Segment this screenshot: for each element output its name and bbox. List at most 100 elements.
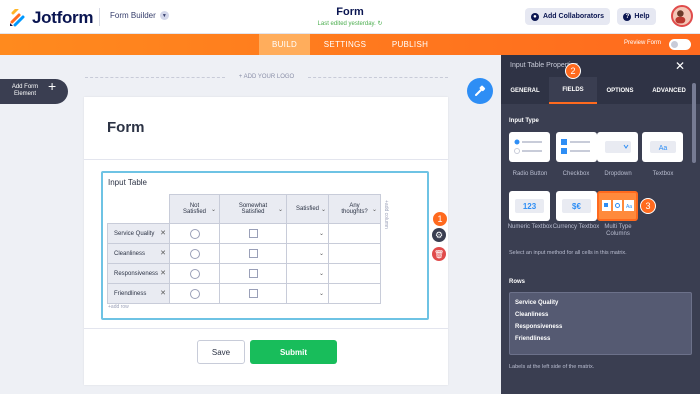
- input-table-label[interactable]: Input Table: [108, 178, 147, 187]
- panel-tabs: GENERAL FIELDS OPTIONS ADVANCED: [501, 77, 700, 104]
- trash-icon[interactable]: 🗑: [432, 247, 446, 261]
- radio-input[interactable]: [189, 268, 200, 279]
- avatar-icon: [675, 10, 686, 24]
- buttons-divider: [84, 328, 448, 329]
- rows-textarea[interactable]: Service Quality Cleanliness Responsivene…: [509, 292, 692, 355]
- rows-line: Responsiveness: [515, 324, 563, 330]
- tab-publish[interactable]: PUBLISH: [380, 34, 440, 55]
- dropdown-icon: [605, 141, 631, 153]
- column-header[interactable]: Satisfied ⌄: [286, 194, 329, 224]
- column-header[interactable]: Somewhat Satisfied ⌄: [219, 194, 287, 224]
- chevron-down-icon: ⌄: [318, 291, 324, 297]
- submit-button[interactable]: Submit: [250, 340, 337, 364]
- table-row: Responsiveness ✕ ⌄: [107, 263, 381, 284]
- checkbox-input[interactable]: [248, 249, 258, 258]
- numeric-icon: 123: [515, 199, 544, 213]
- rows-heading: Rows: [509, 279, 526, 285]
- table-row: Friendliness ✕ ⌄: [107, 283, 381, 304]
- input-type-multi-type-columns[interactable]: Aa: [597, 191, 638, 221]
- input-type-dropdown[interactable]: [597, 132, 638, 162]
- textbox-icon: Aa: [650, 141, 676, 153]
- input-type-textbox[interactable]: Aa: [642, 132, 683, 162]
- jotform-logo[interactable]: Jotform: [9, 8, 93, 28]
- form-builder-menu[interactable]: Form Builder ▼: [110, 11, 169, 20]
- checkbox-input[interactable]: [248, 229, 258, 238]
- checkbox-input[interactable]: [248, 289, 258, 298]
- chevron-down-icon: ⌄: [277, 207, 283, 213]
- tab-general[interactable]: GENERAL: [501, 77, 549, 104]
- table-row: Cleanliness ✕ ⌄: [107, 243, 381, 264]
- dropdown-input[interactable]: ⌄: [286, 283, 329, 304]
- text-input[interactable]: [328, 243, 381, 264]
- rows-line: Service Quality: [515, 300, 559, 306]
- dropdown-input[interactable]: ⌄: [286, 263, 329, 284]
- panel-header: Input Table Properties ✕: [501, 55, 700, 77]
- column-header[interactable]: Any thoughts? ⌄: [328, 194, 381, 224]
- text-input[interactable]: [328, 283, 381, 304]
- tab-settings[interactable]: SETTINGS: [313, 34, 377, 55]
- option-label: Multi Type Columns: [604, 224, 632, 237]
- row-label[interactable]: Responsiveness ✕: [107, 263, 170, 284]
- column-label: Satisfied: [295, 206, 319, 212]
- chevron-down-icon: ⌄: [318, 251, 324, 257]
- add-form-element-label: Add Form Element: [11, 84, 39, 97]
- chevron-down-icon: ⌄: [210, 207, 216, 213]
- input-type-numeric-textbox[interactable]: 123: [509, 191, 550, 221]
- panel-scrollbar[interactable]: [692, 83, 696, 163]
- radio-button-icon: [514, 139, 542, 154]
- form-heading[interactable]: Form: [107, 119, 145, 136]
- step-badge-2: 2: [565, 63, 581, 79]
- close-icon[interactable]: ✕: [675, 59, 685, 73]
- chevron-down-icon: ⌄: [318, 231, 324, 237]
- radio-input[interactable]: [189, 228, 200, 239]
- close-icon[interactable]: ✕: [160, 289, 166, 297]
- save-button[interactable]: Save: [197, 340, 245, 364]
- row-label[interactable]: Friendliness ✕: [107, 283, 170, 304]
- tab-advanced[interactable]: ADVANCED: [643, 77, 695, 104]
- column-label: Somewhat Satisfied: [238, 203, 268, 215]
- logo-text: Jotform: [32, 8, 94, 27]
- checkbox-input[interactable]: [248, 269, 258, 278]
- close-icon[interactable]: ✕: [160, 249, 166, 257]
- refresh-icon: ↻: [377, 21, 383, 27]
- input-type-checkbox[interactable]: [556, 132, 597, 162]
- option-label: Numeric Textbox: [507, 224, 553, 230]
- preview-form-toggle[interactable]: [669, 39, 691, 50]
- step-badge-1: 1: [432, 211, 448, 227]
- gear-icon[interactable]: ⚙: [432, 228, 446, 242]
- input-type-heading: Input Type: [509, 118, 539, 124]
- help-button[interactable]: ? Help: [617, 8, 656, 25]
- column-label: Any thoughts?: [341, 203, 368, 215]
- row-label[interactable]: Cleanliness ✕: [107, 243, 170, 264]
- dropdown-input[interactable]: ⌄: [286, 223, 329, 244]
- form-designer-icon[interactable]: [467, 78, 493, 104]
- add-column-link[interactable]: +add column: [383, 200, 389, 229]
- row-label[interactable]: Service Quality ✕: [107, 223, 170, 244]
- radio-input[interactable]: [189, 288, 200, 299]
- tab-fields[interactable]: FIELDS: [549, 77, 597, 104]
- column-label: Not Satisfied: [182, 203, 206, 215]
- rows-line: Cleanliness: [515, 312, 549, 318]
- avatar[interactable]: [671, 5, 693, 27]
- add-collaborators-button[interactable]: ● Add Collaborators: [525, 8, 610, 25]
- radio-input[interactable]: [189, 248, 200, 259]
- close-icon[interactable]: ✕: [160, 269, 166, 277]
- preview-form-label: Preview Form: [624, 40, 662, 46]
- tab-options[interactable]: OPTIONS: [597, 77, 643, 104]
- tab-build[interactable]: BUILD: [259, 34, 310, 55]
- add-logo-area[interactable]: + ADD YOUR LOGO: [85, 72, 448, 82]
- text-input[interactable]: [328, 223, 381, 244]
- input-table-matrix: Not Satisfied ⌄ Somewhat Satisfied ⌄ Satis…: [107, 194, 381, 304]
- input-type-currency-textbox[interactable]: $€: [556, 191, 597, 221]
- step-badge-3: 3: [640, 198, 656, 214]
- add-row-link[interactable]: +add row: [108, 304, 129, 310]
- input-type-radio-button[interactable]: [509, 132, 550, 162]
- builder-nav: BUILD SETTINGS PUBLISH Preview Form: [0, 34, 700, 55]
- add-form-element-button[interactable]: Add Form Element +: [0, 79, 68, 104]
- text-input[interactable]: [328, 263, 381, 284]
- dropdown-input[interactable]: ⌄: [286, 243, 329, 264]
- column-header[interactable]: Not Satisfied ⌄: [169, 194, 220, 224]
- close-icon[interactable]: ✕: [160, 229, 166, 237]
- option-label: Textbox: [652, 171, 674, 177]
- dashed-line-right: [308, 77, 448, 78]
